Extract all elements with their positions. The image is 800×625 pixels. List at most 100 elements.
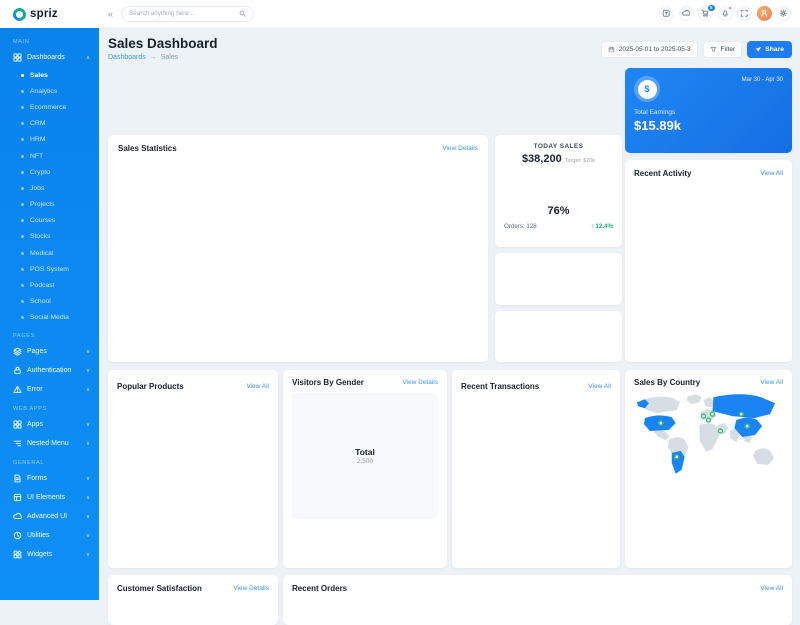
chevron-down-icon: ∨: [85, 513, 90, 520]
sidebar-subitem-hrm[interactable]: HRM: [0, 132, 99, 148]
bullet-dot-icon: [21, 219, 24, 223]
page-title: Sales Dashboard: [108, 36, 218, 51]
sidebar-subitem-label: Jobs: [30, 184, 45, 192]
filter-icon: [710, 47, 716, 52]
recent-orders-title: Recent Orders: [292, 584, 348, 593]
sidebar-item-advanced-ui[interactable]: Advanced UI ∨: [0, 507, 99, 526]
earnings-mini-bar-chart: [711, 113, 783, 145]
sidebar-subitem-school[interactable]: School: [0, 294, 99, 310]
sidebar-subitem-pos-system[interactable]: POS System: [0, 261, 99, 277]
today-sales-card: TODAY SALES $38,200 Target: $20k 76% Ord…: [495, 135, 622, 247]
sidebar-section-label: WEB APPS: [13, 406, 48, 412]
sidebar-subitem-crm[interactable]: CRM: [0, 116, 99, 132]
cloud-icon-button[interactable]: [678, 6, 694, 21]
sidebar-subitem-stocks[interactable]: Stocks: [0, 229, 99, 245]
user-avatar[interactable]: [756, 6, 772, 21]
sidebar-item-widgets[interactable]: Widgets ∨: [0, 545, 99, 564]
bullet-dot-icon: [21, 316, 24, 320]
dollar-icon: $: [637, 79, 657, 99]
alert-dot: [727, 6, 732, 10]
search-input[interactable]: Search anything here ...: [121, 5, 255, 22]
recent-activity-view-all-link[interactable]: View All: [760, 170, 783, 177]
chevron-down-icon: ∨: [85, 475, 90, 482]
share-button[interactable]: Share: [747, 41, 792, 58]
sidebar-item-forms[interactable]: Forms ∨: [0, 469, 99, 488]
sidebar-item-nested-menu[interactable]: Nested Menu ∨: [0, 434, 99, 453]
sidebar-subitem-crypto[interactable]: Crypto: [0, 164, 99, 180]
total-earnings-card[interactable]: Mar 30 - Apr 30 $ Total Earnings $15.89k: [625, 68, 792, 153]
sales-by-country-view-all-link[interactable]: View All: [760, 379, 783, 386]
sidebar-item-dashboards[interactable]: Dashboards ∧: [0, 48, 99, 67]
layers-icon: [13, 347, 22, 356]
sidebar-subitem-label: School: [30, 298, 51, 306]
sidebar-subitem-projects[interactable]: Projects: [0, 197, 99, 213]
sidebar-subitem-label: POS System: [30, 265, 69, 273]
sidebar-subitem-label: Analytics: [30, 87, 58, 95]
sidebar-subitem-nft[interactable]: NFT: [0, 148, 99, 164]
bullet-dot-icon: [21, 235, 24, 239]
breadcrumb: Dashboards → Sales: [108, 54, 178, 61]
settings-icon-button[interactable]: [776, 6, 791, 21]
recent-transactions-view-all-link[interactable]: View All: [588, 383, 611, 390]
customer-satisfaction-view-details-link[interactable]: View Details: [233, 585, 269, 592]
topbar-actions: 5: [659, 4, 791, 21]
gender-donut-panel: Total 2,500: [292, 393, 438, 519]
sidebar-subitem-courses[interactable]: Courses: [0, 213, 99, 229]
sidebar-item-label: Advanced UI: [27, 513, 68, 520]
sales-statistics-view-details-link[interactable]: View Details: [442, 145, 478, 152]
sidebar-subitem-ecommerce[interactable]: Ecommerce: [0, 99, 99, 115]
sidebar-item-ui-elements[interactable]: UI Elements ∨: [0, 488, 99, 507]
sidebar-item-utilities[interactable]: Utilities ∨: [0, 526, 99, 545]
translate-icon-button[interactable]: [659, 6, 674, 21]
sidebar-subitem-analytics[interactable]: Analytics: [0, 83, 99, 99]
customer-satisfaction-card: Customer Satisfaction View Details: [108, 575, 278, 625]
today-sales-orders: Orders: 128: [504, 223, 537, 230]
recent-transactions-title: Recent Transactions: [461, 382, 540, 391]
sidebar-subitem-label: HRM: [30, 136, 46, 144]
sidebar-subitem-jobs[interactable]: Jobs: [0, 180, 99, 196]
sidebar-subitem-label: Ecommerce: [30, 103, 67, 111]
date-range-picker[interactable]: 2025-05-01 to 2025-05-3: [600, 41, 698, 58]
fullscreen-icon-button[interactable]: [737, 6, 752, 21]
sidebar-item-apps[interactable]: Apps ∨: [0, 415, 99, 434]
breadcrumb-dashboards-link[interactable]: Dashboards: [108, 54, 146, 61]
sidebar-subitem-label: NFT: [30, 152, 44, 160]
kpi-row: [108, 68, 615, 128]
sidebar-subitem-sales[interactable]: Sales: [0, 67, 99, 83]
recent-orders-view-all-link[interactable]: View All: [760, 585, 783, 592]
sidebar-item-pages[interactable]: Pages ∨: [0, 342, 99, 361]
sidebar-nav: MAIN Dashboards ∧ Sales Analytics Ecommerce CR…: [0, 28, 99, 564]
brand-logo[interactable]: spriz: [0, 0, 99, 28]
active-users-card[interactable]: [495, 311, 622, 362]
visitors-view-details-link[interactable]: View Details: [402, 379, 438, 386]
today-sales-title: TODAY SALES: [533, 143, 584, 150]
donut-total-label: Total: [355, 447, 375, 457]
bell-icon-button[interactable]: [717, 6, 733, 21]
sidebar-item-error[interactable]: Error ∨: [0, 380, 99, 399]
bullet-dot-icon: [21, 122, 24, 126]
visitors-by-gender-card: Visitors By Gender View Details Total 2,…: [283, 370, 447, 568]
filter-label: Filter: [720, 46, 736, 53]
sidebar-item-label: Forms: [27, 475, 47, 482]
chevron-down-icon: ∨: [85, 421, 90, 428]
sales-statistics-card: Sales Statistics View Details: [108, 135, 488, 362]
sidebar-subitem-podcast[interactable]: Podcast: [0, 277, 99, 293]
sidebar-subitem-medical[interactable]: Medical: [0, 245, 99, 261]
collapse-sidebar-button[interactable]: «: [108, 9, 113, 19]
clock-icon: [13, 531, 22, 540]
search-placeholder: Search anything here ...: [129, 10, 196, 17]
sidebar-subitem-label: Crypto: [30, 168, 51, 176]
breadcrumb-separator: →: [149, 54, 157, 61]
popular-products-view-all-link[interactable]: View All: [246, 383, 269, 390]
sidebar-item-authentication[interactable]: Authentication ∨: [0, 361, 99, 380]
bullet-dot-icon: [21, 284, 24, 288]
share-label: Share: [765, 46, 784, 53]
sales-statistics-title: Sales Statistics: [118, 144, 177, 153]
cart-icon-button[interactable]: 5: [698, 4, 715, 21]
sidebar-subitem-social-media[interactable]: Social Media: [0, 310, 99, 326]
date-range-value: 2025-05-01 to 2025-05-3: [618, 46, 691, 53]
header-controls: 2025-05-01 to 2025-05-3 Filter Share: [600, 41, 792, 58]
bullet-dot-icon: [21, 251, 24, 255]
filter-button[interactable]: Filter: [702, 41, 743, 58]
new-users-card[interactable]: [495, 253, 622, 305]
